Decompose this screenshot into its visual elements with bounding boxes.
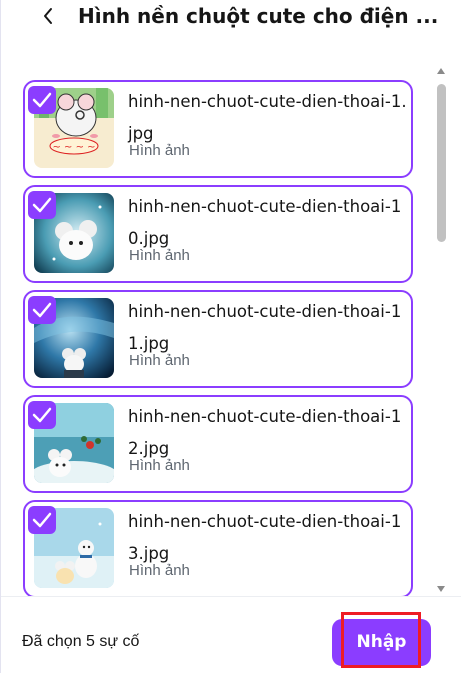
file-type: Hình ảnh [129, 142, 190, 159]
triangle-up-icon[interactable] [434, 65, 448, 77]
checkmark-icon [32, 92, 52, 108]
selected-checkbox[interactable] [28, 191, 56, 219]
file-card[interactable]: hinh-nen-chuot-cute-dien-thoai-10.jpg Hì… [23, 185, 413, 283]
file-card[interactable]: hinh-nen-chuot-cute-dien-thoai-12.jpg Hì… [23, 395, 413, 493]
svg-text:~ ~ ~ ~: ~ ~ ~ ~ [52, 142, 95, 153]
file-card[interactable]: ~ ~ ~ ~ hinh-nen-chuot-cute-dien-thoai-1… [23, 80, 413, 178]
file-type: Hình ảnh [129, 457, 190, 474]
panel-footer: Đã chọn 5 sự cố Nhập [1, 596, 461, 673]
file-card[interactable]: hinh-nen-chuot-cute-dien-thoai-13.jpg Hì… [23, 500, 413, 598]
page-title: Hình nền chuột cute cho điện ... [78, 4, 438, 28]
scroll-down-button[interactable] [434, 582, 448, 594]
file-card[interactable]: hinh-nen-chuot-cute-dien-thoai-11.jpg Hì… [23, 290, 413, 388]
checkmark-icon [32, 197, 52, 213]
selected-checkbox[interactable] [28, 401, 56, 429]
checkmark-icon [32, 512, 52, 528]
selection-status: Đã chọn 5 sự cố [22, 633, 140, 650]
selected-checkbox[interactable] [28, 296, 56, 324]
panel-header: Hình nền chuột cute cho điện ... [1, 0, 461, 34]
scrollbar-thumb[interactable] [437, 84, 446, 242]
chevron-left-icon[interactable] [37, 4, 61, 28]
checkmark-icon [32, 302, 52, 318]
checkmark-icon [32, 407, 52, 423]
file-type: Hình ảnh [129, 247, 190, 264]
file-type: Hình ảnh [129, 352, 190, 369]
back-button[interactable] [37, 4, 61, 28]
triangle-down-icon[interactable] [434, 583, 448, 595]
vertical-scrollbar[interactable] [434, 64, 448, 596]
import-button[interactable]: Nhập [332, 619, 431, 666]
import-panel: Hình nền chuột cute cho điện ... ~ ~ ~ ~ [0, 0, 468, 673]
selected-checkbox[interactable] [28, 506, 56, 534]
selected-checkbox[interactable] [28, 86, 56, 114]
scroll-up-button[interactable] [434, 64, 448, 76]
file-type: Hình ảnh [129, 562, 190, 579]
